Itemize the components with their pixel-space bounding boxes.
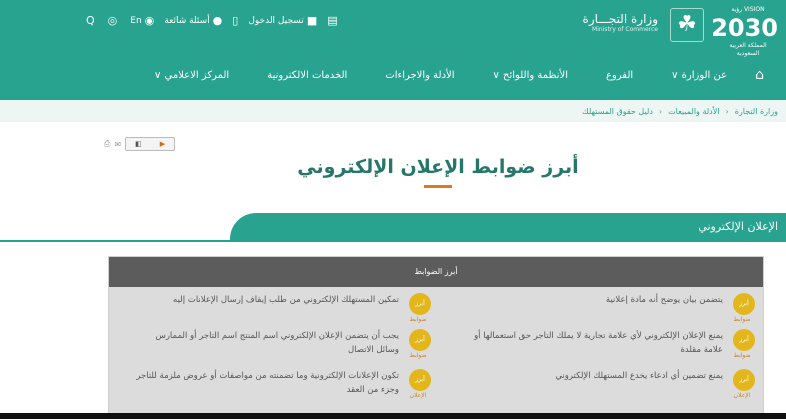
accessibility-icon: ◎	[107, 14, 118, 27]
control-item: أبرز ضوابط يمنع الإعلان الإلكتروني لأي ع…	[455, 329, 755, 359]
faq-link[interactable]: أسئلة شائعة ●	[164, 14, 222, 27]
breadcrumb-item[interactable]: وزارة التجارة	[735, 107, 778, 116]
mail-icon[interactable]: ✉	[114, 140, 121, 149]
vision-top-text: VISION رؤية	[731, 6, 765, 13]
top-bar: VISION رؤية 2030 المملكة العربية السعودي…	[0, 0, 786, 57]
play-icon: ▶	[159, 140, 166, 148]
breadcrumb-separator: ‹	[725, 106, 729, 116]
control-text: تكون الإعلانات الإلكترونية وما تضمنته من…	[136, 371, 399, 395]
control-item: أبرز الإعلان تكون الإعلانات الإلكترونية …	[131, 369, 431, 399]
header-tools: Q ◎ En ◉ أسئلة شائعة ● ▯ تسجيل الدخول ■	[86, 14, 338, 27]
speaker-icon: ◧	[135, 140, 142, 148]
nav-item-guides[interactable]: الأدلة والاجراءات	[385, 70, 454, 81]
control-item: أبرز الإعلان يمنع تضمين أي ادعاء يخدع ال…	[455, 369, 755, 399]
badge-tag: الإعلان	[409, 392, 427, 399]
nav-item-about[interactable]: عن الوزارة ∨	[671, 70, 727, 81]
badge-icon: أبرز	[409, 293, 431, 315]
map-icon: ▤	[327, 14, 338, 27]
badge-tag: ضوابط	[409, 352, 427, 359]
vision-bottom-text: المملكة العربية السعودية	[729, 42, 767, 57]
main-nav: ⌂ عن الوزارة ∨ الفروع الأنظمة واللوائح ∨…	[0, 60, 786, 90]
badge-icon: أبرز	[733, 369, 755, 391]
search-button[interactable]: Q	[86, 14, 98, 27]
saudi-emblem-icon[interactable]: ☘	[670, 8, 704, 42]
window-bottom-edge	[0, 413, 786, 419]
badge-tag: الإعلان	[733, 392, 751, 399]
ministry-logo[interactable]: وزارة التجـــارة Ministry of Commerce	[583, 12, 658, 33]
badge-tag: ضوابط	[733, 316, 751, 323]
print-icon[interactable]: ⎙	[104, 139, 110, 149]
phone-icon: ▯	[232, 14, 239, 27]
control-badge: أبرز ضوابط	[405, 293, 431, 323]
control-item: أبرز ضوابط يجب أن يتضمن الإعلان الإلكترو…	[131, 329, 431, 359]
login-label: تسجيل الدخول	[248, 15, 304, 26]
badge-icon: أبرز	[733, 329, 755, 351]
controls-panel: أبرز الضوابط أبرز ضوابط يتضمن بيان يوضح …	[108, 256, 764, 416]
badge-icon: أبرز	[409, 329, 431, 351]
ministry-name-english: Ministry of Commerce	[592, 26, 658, 33]
phone-button[interactable]: ▯	[232, 14, 238, 27]
site-header: VISION رؤية 2030 المملكة العربية السعودي…	[0, 0, 786, 100]
search-icon: Q	[86, 14, 95, 27]
control-text: يمنع الإعلان الإلكتروني لأي علامة تجارية…	[474, 331, 723, 355]
title-underline	[424, 185, 452, 188]
section-band: الإعلان الإلكتروني	[230, 213, 786, 241]
language-label: En	[130, 15, 142, 26]
language-button[interactable]: En ◉	[130, 14, 154, 27]
control-badge: أبرز الإعلان	[405, 369, 431, 399]
accessibility-button[interactable]: ◎	[108, 14, 121, 27]
badge-tag: ضوابط	[409, 316, 427, 323]
control-badge: أبرز ضوابط	[405, 329, 431, 359]
badge-icon: أبرز	[733, 293, 755, 315]
control-badge: أبرز الإعلان	[729, 369, 755, 399]
panel-header: أبرز الضوابط	[109, 257, 763, 287]
control-item: أبرز ضوابط تمكين المستهلك الإلكتروني من …	[131, 293, 431, 323]
control-text: يجب أن يتضمن الإعلان الإلكتروني اسم المن…	[155, 331, 399, 355]
badge-icon: أبرز	[409, 369, 431, 391]
language-icon: ◉	[144, 14, 155, 27]
control-text: يمنع تضمين أي ادعاء يخدع المستهلك الإلكت…	[555, 371, 723, 381]
badge-tag: ضوابط	[733, 352, 751, 359]
control-text: تمكين المستهلك الإلكتروني من طلب إيقاف إ…	[173, 295, 399, 305]
listen-button[interactable]: ◧ ▶	[125, 137, 176, 151]
faq-label: أسئلة شائعة	[164, 15, 210, 26]
vision-2030-logo[interactable]: VISION رؤية 2030 المملكة العربية السعودي…	[711, 6, 778, 57]
lock-icon: ■	[306, 14, 318, 27]
section-band-label: الإعلان الإلكتروني	[698, 220, 778, 233]
page-tools: ⎙ ✉ ◧ ▶	[104, 137, 176, 151]
control-item: أبرز ضوابط يتضمن بيان يوضح أنه مادة إعلا…	[455, 293, 755, 323]
breadcrumb: وزارة التجارة ‹ الأدلة والمبيعات ‹ دليل …	[0, 100, 786, 122]
breadcrumb-separator: ‹	[658, 106, 663, 116]
nav-item-regulations[interactable]: الأنظمة واللوائح ∨	[493, 70, 568, 81]
sitemap-button[interactable]: ▤	[327, 14, 337, 27]
nav-item-branches[interactable]: الفروع	[606, 70, 633, 81]
control-text: يتضمن بيان يوضح أنه مادة إعلانية	[605, 295, 723, 305]
nav-item-eservices[interactable]: الخدمات الالكترونية	[267, 70, 347, 81]
breadcrumb-item[interactable]: الأدلة والمبيعات	[668, 107, 719, 116]
breadcrumb-item[interactable]: دليل حقوق المستهلك	[582, 107, 653, 116]
vision-number: 2030	[711, 14, 778, 42]
nav-item-media-center[interactable]: المركز الاعلامي ∨	[154, 70, 229, 81]
page-title: أبرز ضوابط الإعلان الإلكتروني	[297, 156, 579, 178]
ministry-name-arabic: وزارة التجـــارة	[582, 12, 658, 26]
control-badge: أبرز ضوابط	[729, 293, 755, 323]
login-link[interactable]: تسجيل الدخول ■	[248, 14, 317, 27]
section-divider	[0, 240, 786, 242]
home-icon[interactable]: ⌂	[755, 67, 764, 83]
control-badge: أبرز ضوابط	[729, 329, 755, 359]
info-icon: ●	[212, 14, 223, 27]
